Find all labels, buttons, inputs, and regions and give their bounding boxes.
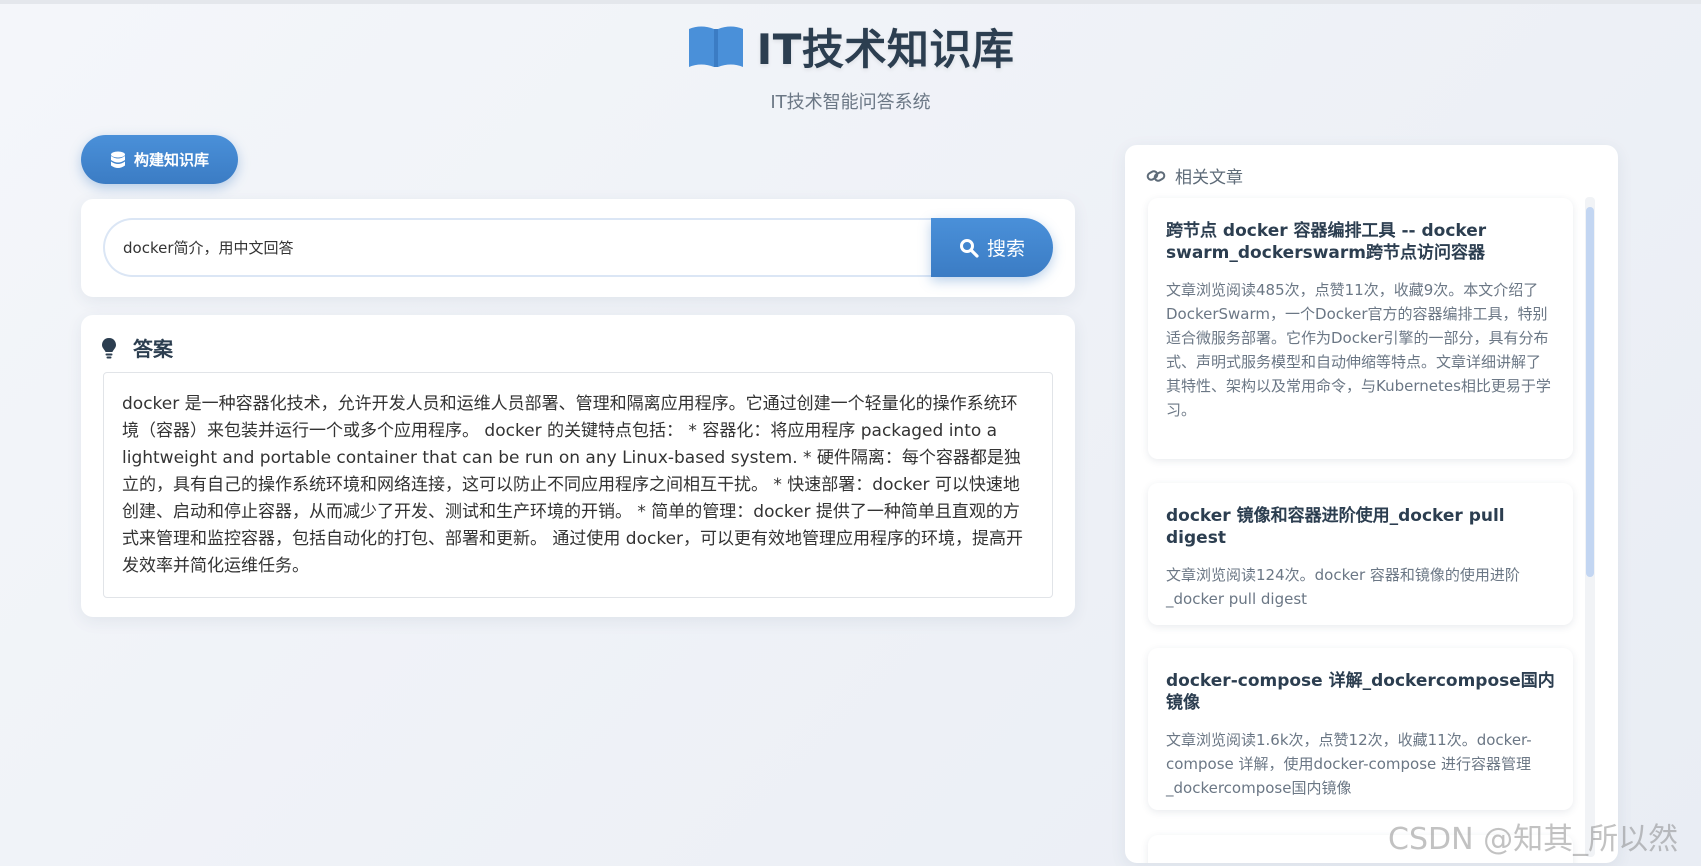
page-header: IT技术知识库 IT技术智能问答系统 xyxy=(0,16,1701,114)
lightbulb-icon xyxy=(102,337,116,358)
build-button-label: 构建知识库 xyxy=(133,151,209,169)
article-card[interactable]: docker 镜像和容器进阶使用_docker pull digest 文章浏览… xyxy=(1148,483,1573,625)
app-subtitle: IT技术智能问答系统 xyxy=(770,92,931,113)
top-border xyxy=(0,0,1701,4)
answer-title: 答案 xyxy=(133,337,173,361)
search-input[interactable]: docker简介，用中文回答 xyxy=(103,218,935,277)
title-row: IT技术知识库 xyxy=(687,16,1015,76)
article-card[interactable]: 跨节点 docker 容器编排工具 -- docker swarm_docker… xyxy=(1148,198,1573,459)
article-title[interactable]: docker-compose 详解_dockercompose国内镜像 xyxy=(1166,670,1555,714)
article-title[interactable]: docker 镜像和容器进阶使用_docker pull digest xyxy=(1166,505,1555,549)
build-knowledge-base-button[interactable]: 构建知识库 xyxy=(81,135,238,184)
related-header: 相关文章 xyxy=(1146,163,1243,188)
article-desc: 文章浏览阅读124次。docker 容器和镜像的使用进阶_docker pull… xyxy=(1166,566,1520,608)
answer-card: 答案 docker 是一种容器化技术，允许开发人员和运维人员部署、管理和隔离应用… xyxy=(81,315,1075,617)
search-card: docker简介，用中文回答 搜索 xyxy=(81,199,1075,297)
database-icon xyxy=(110,151,125,168)
article-desc: 文章浏览阅读1.6k次，点赞12次，收藏11次。docker-compose 详… xyxy=(1166,731,1532,797)
search-icon xyxy=(959,238,979,258)
related-articles-panel: 相关文章 跨节点 docker 容器编排工具 -- docker swarm_d… xyxy=(1125,145,1618,863)
app-title: IT技术知识库 xyxy=(756,24,1015,74)
book-open-icon xyxy=(688,26,743,67)
answer-text: docker 是一种容器化技术，允许开发人员和运维人员部署、管理和隔离应用程序。… xyxy=(103,372,1053,598)
related-title: 相关文章 xyxy=(1175,168,1243,188)
search-button-label: 搜索 xyxy=(986,238,1025,260)
article-desc: 文章浏览阅读485次，点赞11次，收藏9次。本文介绍了DockerSwarm，一… xyxy=(1166,281,1551,419)
watermark: CSDN @知其_所以然 xyxy=(1388,822,1679,857)
search-button[interactable]: 搜索 xyxy=(931,218,1053,277)
scrollbar-track[interactable] xyxy=(1585,197,1595,857)
article-card[interactable]: docker-compose 详解_dockercompose国内镜像 文章浏览… xyxy=(1148,648,1573,810)
answer-header: 答案 xyxy=(101,333,173,362)
link-icon xyxy=(1146,169,1166,182)
scrollbar-thumb[interactable] xyxy=(1586,207,1594,577)
article-title[interactable]: 跨节点 docker 容器编排工具 -- docker swarm_docker… xyxy=(1166,220,1555,264)
